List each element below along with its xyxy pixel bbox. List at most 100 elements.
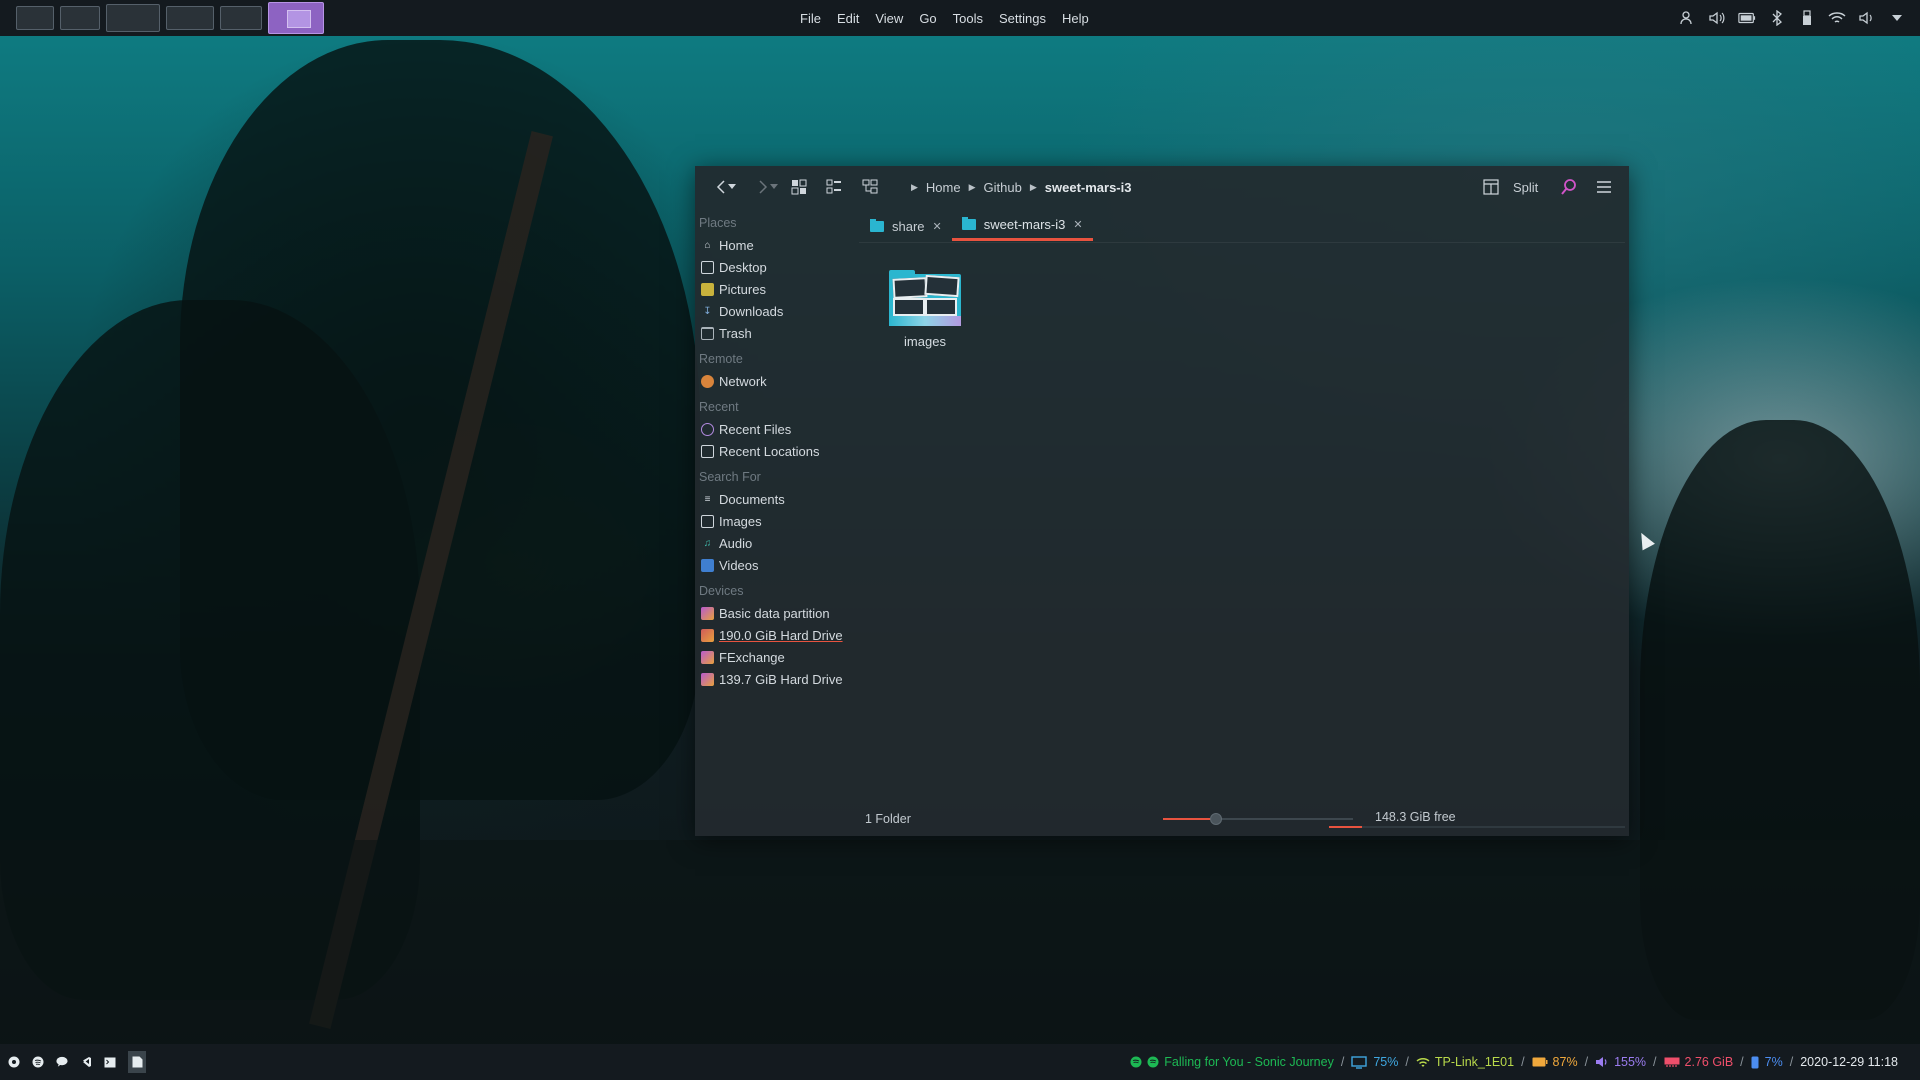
breadcrumb-current[interactable]: sweet-mars-i3 [1045,180,1132,195]
chat-icon[interactable] [56,1056,68,1068]
details-view-button[interactable] [822,175,846,199]
sidebar-item-device[interactable]: Basic data partition [695,602,855,624]
sidebar-item-documents[interactable]: ≡ Documents [695,488,855,510]
menu-settings[interactable]: Settings [999,11,1046,26]
cpu-value: 7% [1764,1055,1783,1069]
spotify-icon[interactable] [32,1056,44,1068]
battery-icon[interactable] [1738,9,1756,27]
sidebar-item-label: Documents [719,491,785,507]
vscode-icon[interactable] [80,1056,92,1068]
usb-icon[interactable] [1798,9,1816,27]
close-tab-icon[interactable]: ✕ [1073,218,1082,231]
tree-view-button[interactable] [858,175,882,199]
sidebar-item-recent-locations[interactable]: Recent Locations [695,440,855,462]
menu-go[interactable]: Go [919,11,936,26]
zoom-slider-fill [1163,818,1216,820]
tab-share[interactable]: share ✕ [860,211,952,241]
sidebar-item-downloads[interactable]: ↧ Downloads [695,300,855,322]
terminal-icon[interactable] [104,1056,116,1068]
user-switch-icon[interactable] [1678,9,1696,27]
sidebar-item-label: Recent Locations [719,443,820,459]
status-bar: 1 Folder 148.3 GiB free [859,806,1625,832]
workspace-1[interactable] [16,6,54,30]
menu-tools[interactable]: Tools [953,11,983,26]
audio-icon[interactable] [1858,9,1876,27]
search-button[interactable] [1557,175,1581,199]
brightness-module[interactable]: 75% [1351,1055,1398,1069]
breadcrumb-github[interactable]: Github [984,180,1022,195]
volume-icon[interactable] [1708,9,1726,27]
separator: / [1653,1055,1657,1069]
sidebar-item-label: Recent Files [719,421,792,437]
sidebar-item-recent-files[interactable]: Recent Files [695,418,855,440]
zoom-slider-handle[interactable] [1210,813,1222,825]
recent-header: Recent [699,400,739,414]
hamburger-menu-button[interactable] [1592,175,1616,199]
sidebar-item-images[interactable]: Images [695,510,855,532]
workspace-6[interactable] [268,2,324,34]
bluetooth-icon[interactable] [1768,9,1786,27]
tab-sweet-mars-i3[interactable]: sweet-mars-i3 ✕ [951,211,1093,241]
devices-header: Devices [699,584,744,598]
zoom-slider[interactable] [1163,813,1353,825]
dolphin-window: ▶ Home ▶ Github ▶ sweet-mars-i3 Split Pl… [695,166,1629,836]
forward-history-dropdown[interactable] [767,175,781,199]
volume-status-icon [1596,1057,1607,1067]
battery-module[interactable]: 87% [1532,1055,1578,1069]
home-icon: ⌂ [704,239,711,251]
sidebar-item-network[interactable]: Network [695,370,855,392]
sidebar-item-device[interactable]: 190.0 GiB Hard Drive [695,624,855,646]
icons-view-button[interactable] [787,175,811,199]
breadcrumb-separator-icon[interactable]: ▶ [969,182,976,193]
menu-edit[interactable]: Edit [837,11,859,26]
spotify-status-icon [1147,1056,1159,1068]
sidebar-item-device[interactable]: FExchange [695,646,855,668]
sidebar-item-label: 139.7 GiB Hard Drive [719,671,843,687]
back-history-dropdown[interactable] [725,175,739,199]
images-icon [701,514,714,528]
volume-module[interactable]: 155% [1595,1055,1646,1069]
wifi-module[interactable]: TP-Link_1E01 [1416,1055,1514,1069]
clock[interactable]: 2020-12-29 11:18 [1800,1055,1898,1069]
chevron-down-icon[interactable] [1888,9,1906,27]
memory-value: 2.76 GiB [1684,1055,1734,1069]
workspace-3[interactable] [106,4,160,32]
wifi-icon[interactable] [1828,9,1846,27]
sidebar-item-trash[interactable]: Trash [695,322,855,344]
music-module[interactable]: Falling for You - Sonic Journey [1130,1055,1334,1069]
tab-label: share [892,218,925,234]
menu-view[interactable]: View [875,11,903,26]
sidebar-item-videos[interactable]: Videos [695,554,855,576]
close-tab-icon[interactable]: ✕ [933,220,942,233]
workspace-2[interactable] [60,6,100,30]
sidebar-item-home[interactable]: ⌂ Home [695,234,855,256]
folder-icon [961,217,976,230]
cpu-module[interactable]: 7% [1751,1055,1783,1069]
breadcrumb-home[interactable]: Home [926,180,961,195]
music-note-icon: ♫ [703,537,712,549]
menu-help[interactable]: Help [1062,11,1089,26]
power-icon[interactable] [8,1056,20,1068]
workspace-5[interactable] [220,6,262,30]
free-space-label: 148.3 GiB free [1375,810,1456,824]
split-button[interactable]: Split [1483,166,1538,208]
memory-icon [1664,1057,1680,1067]
memory-module[interactable]: 2.76 GiB [1664,1055,1734,1069]
separator: / [1340,1055,1345,1069]
workspace-4[interactable] [166,6,214,30]
breadcrumb-separator-icon[interactable]: ▶ [1030,182,1037,193]
sidebar-item-desktop[interactable]: Desktop [695,256,855,278]
monitor-icon [1351,1055,1368,1069]
sidebar-item-audio[interactable]: ♫ Audio [695,532,855,554]
menu-file[interactable]: File [800,11,821,26]
brightness-value: 75% [1373,1055,1399,1069]
files-icon[interactable] [128,1051,146,1073]
tab-bar: share ✕ sweet-mars-i3 ✕ [860,211,1093,241]
volume-value: 155% [1614,1055,1647,1069]
sidebar-item-device[interactable]: 139.7 GiB Hard Drive [695,668,855,690]
file-item-images[interactable]: images [885,270,965,349]
wifi-status-icon [1416,1057,1430,1067]
sidebar-item-pictures[interactable]: Pictures [695,278,855,300]
breadcrumb-root-arrow[interactable]: ▶ [911,182,918,193]
pictures-icon [701,282,714,296]
